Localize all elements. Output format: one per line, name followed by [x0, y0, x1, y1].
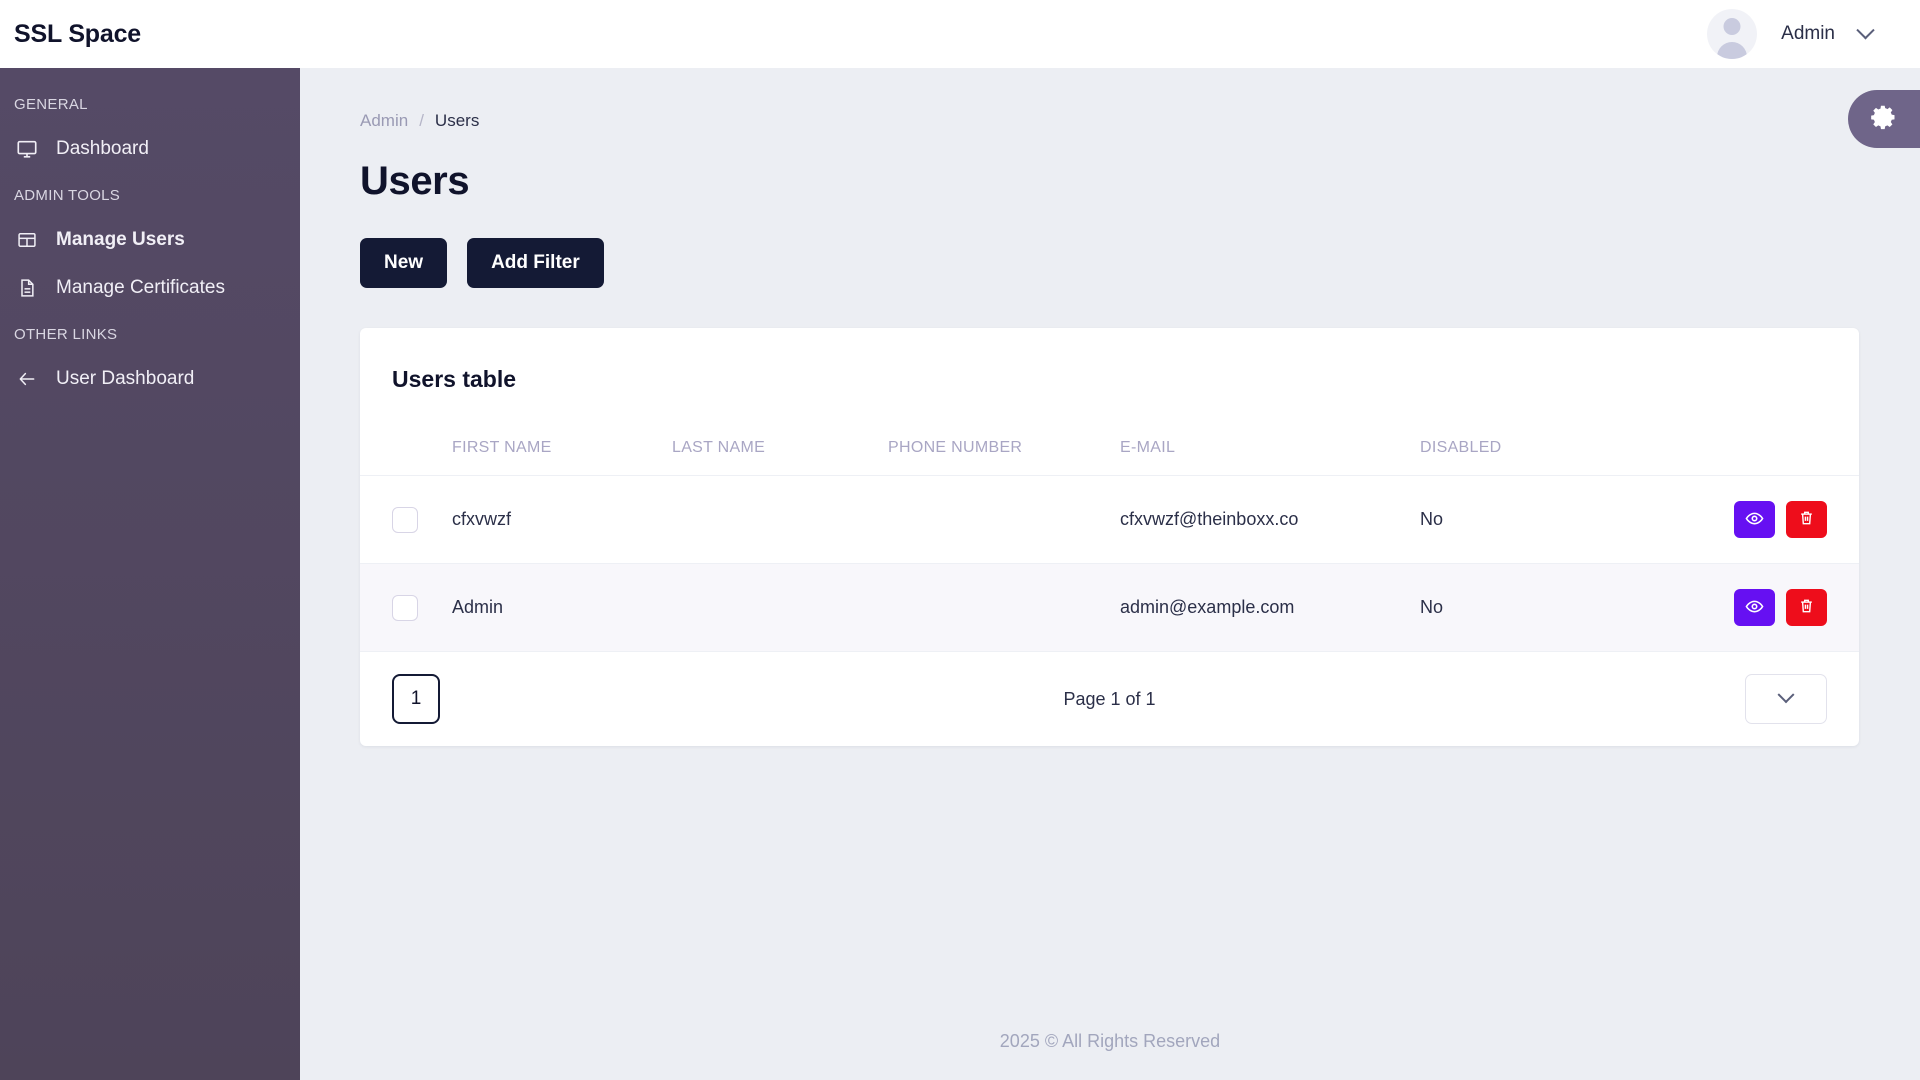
row-actions	[1670, 501, 1859, 538]
sidebar-item-dashboard[interactable]: Dashboard	[0, 125, 300, 173]
cell-disabled: No	[1420, 563, 1670, 652]
view-user-button[interactable]	[1734, 501, 1775, 538]
cell-first-name: Admin	[452, 563, 672, 652]
cell-email: admin@example.com	[1120, 563, 1420, 652]
add-filter-button[interactable]: Add Filter	[467, 238, 604, 288]
row-checkbox[interactable]	[392, 594, 418, 621]
page-number-button[interactable]: 1	[392, 674, 440, 724]
table-header: FIRST NAME LAST NAME PHONE NUMBER E-MAIL…	[360, 393, 1859, 476]
column-header-last-name: LAST NAME	[672, 393, 888, 476]
table-card-title: Users table	[392, 366, 517, 392]
column-header-phone-number: PHONE NUMBER	[888, 393, 1120, 476]
table-row[interactable]: Admin admin@example.com No	[360, 563, 1859, 652]
chevron-down-icon	[1777, 686, 1795, 704]
user-menu-label: Admin	[1781, 23, 1835, 44]
sidebar-item-label: Manage Users	[56, 229, 185, 250]
table-row[interactable]: cfxvwzf cfxvwzf@theinboxx.co No	[360, 475, 1859, 564]
users-table: FIRST NAME LAST NAME PHONE NUMBER E-MAIL…	[360, 393, 1859, 652]
sidebar-group-other-links: OTHER LINKS	[14, 326, 118, 343]
monitor-icon	[14, 136, 40, 162]
column-header-first-name: FIRST NAME	[452, 393, 672, 476]
top-bar: SSL Space Admin	[0, 0, 1920, 68]
sidebar-group-admin-tools: ADMIN TOOLS	[14, 187, 121, 204]
eye-icon	[1745, 509, 1764, 531]
row-select-cell	[360, 563, 452, 652]
per-page-select[interactable]	[1745, 674, 1827, 724]
chevron-down-icon[interactable]	[1856, 20, 1875, 39]
users-table-card: Users table FIRST NAME LAST NAME PHONE N…	[360, 328, 1859, 746]
gear-icon	[1870, 103, 1898, 136]
arrow-left-icon	[14, 366, 40, 392]
eye-icon	[1745, 597, 1764, 619]
breadcrumb-parent-link[interactable]: Admin	[360, 111, 408, 131]
app-brand-title: SSL Space	[14, 19, 141, 48]
sidebar-item-label: Dashboard	[56, 138, 149, 159]
row-actions	[1670, 589, 1859, 626]
breadcrumb-separator: /	[419, 111, 424, 130]
cell-disabled: No	[1420, 475, 1670, 564]
sidebar-item-label: User Dashboard	[56, 368, 195, 389]
pagination-info: Page 1 of 1	[1063, 688, 1156, 709]
action-toolbar: New Add Filter	[300, 204, 1920, 288]
new-button[interactable]: New	[360, 238, 448, 288]
delete-user-button[interactable]	[1786, 589, 1827, 626]
delete-user-button[interactable]	[1786, 501, 1827, 538]
row-select-cell	[360, 475, 452, 564]
cell-actions	[1670, 475, 1859, 564]
user-avatar-icon	[1707, 9, 1758, 59]
cell-last-name	[672, 563, 888, 652]
cell-phone-number	[888, 475, 1120, 564]
settings-fab-button[interactable]	[1848, 90, 1920, 148]
sidebar-item-manage-users[interactable]: Manage Users	[0, 216, 300, 264]
sidebar-item-label: Manage Certificates	[56, 277, 225, 298]
cell-actions	[1670, 563, 1859, 652]
cell-email: cfxvwzf@theinboxx.co	[1120, 475, 1420, 564]
user-menu[interactable]: Admin	[1707, 9, 1875, 59]
table-header-row: FIRST NAME LAST NAME PHONE NUMBER E-MAIL…	[360, 393, 1859, 476]
column-header-disabled: DISABLED	[1420, 393, 1670, 476]
cell-last-name	[672, 475, 888, 564]
pagination-bar: 1 Page 1 of 1	[360, 652, 1859, 746]
sidebar-item-manage-certificates[interactable]: Manage Certificates	[0, 264, 300, 312]
page-title: Users	[360, 159, 470, 203]
breadcrumb: Admin / Users	[300, 68, 1920, 131]
trash-icon	[1798, 597, 1815, 618]
table-body: cfxvwzf cfxvwzf@theinboxx.co No Admin ad…	[360, 475, 1859, 652]
footer-text: 2025 © All Rights Reserved	[999, 1031, 1221, 1051]
document-icon	[14, 275, 40, 301]
sidebar: GENERAL Dashboard ADMIN TOOLS Manage Use…	[0, 68, 300, 1080]
column-header-select	[360, 393, 452, 476]
sidebar-item-user-dashboard[interactable]: User Dashboard	[0, 355, 300, 403]
cell-phone-number	[888, 563, 1120, 652]
column-header-actions	[1670, 393, 1859, 476]
cell-first-name: cfxvwzf	[452, 475, 672, 564]
table-grid-icon	[14, 227, 40, 253]
view-user-button[interactable]	[1734, 589, 1775, 626]
trash-icon	[1798, 509, 1815, 530]
sidebar-group-general: GENERAL	[14, 96, 88, 113]
breadcrumb-current: Users	[434, 111, 480, 130]
column-header-email: E-MAIL	[1120, 393, 1420, 476]
row-checkbox[interactable]	[392, 506, 418, 533]
main-content: Admin / Users Users New Add Filter Users…	[300, 68, 1920, 1080]
